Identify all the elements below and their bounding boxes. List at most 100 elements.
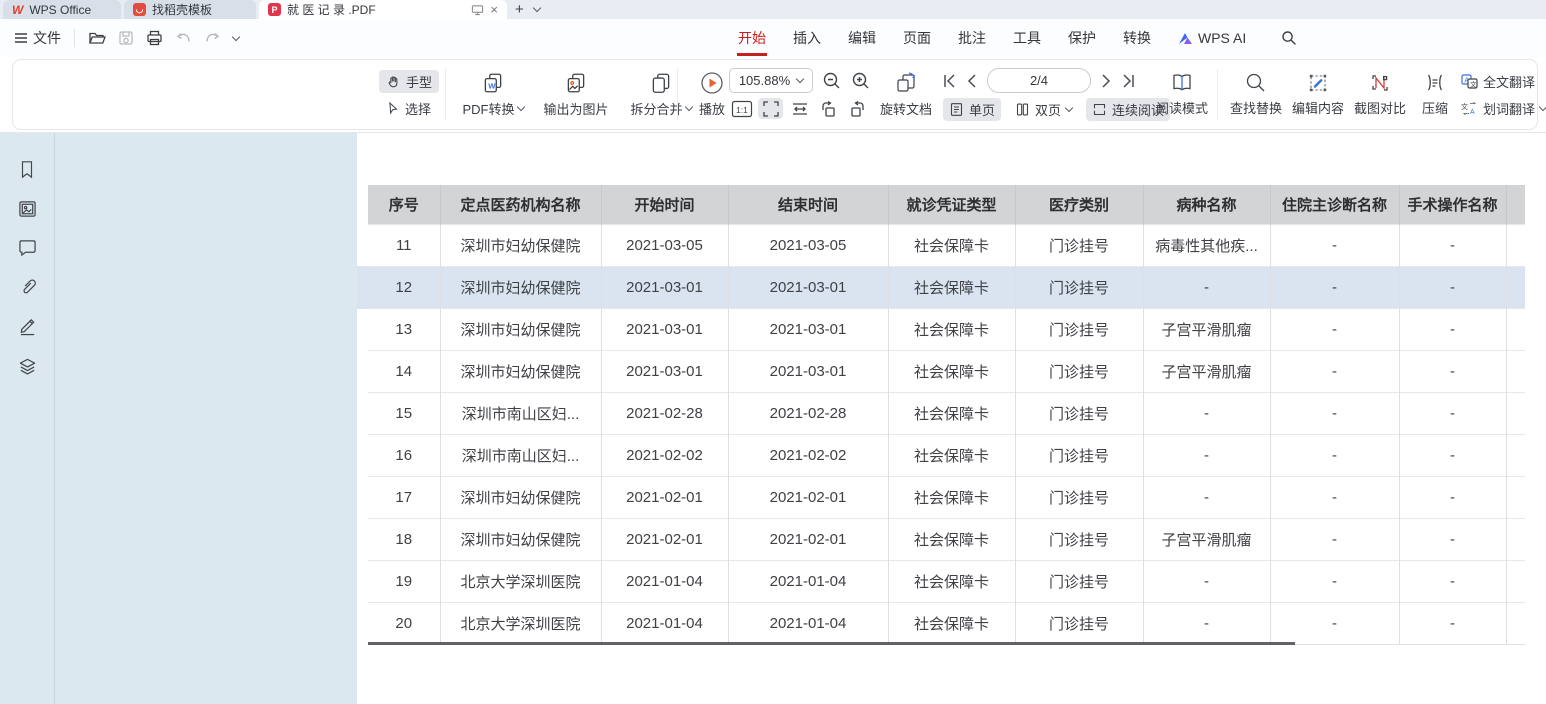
sidebar-item-bookmarks[interactable]	[18, 160, 36, 179]
menu-item-protect[interactable]: 保护	[1068, 19, 1096, 57]
screenshot-compare-button[interactable]: 截图对比	[1349, 60, 1411, 129]
table-cell: 门诊挂号	[1015, 392, 1143, 434]
qat-chevron-icon[interactable]	[232, 32, 240, 40]
table-row[interactable]: 15深圳市南山区妇...2021-02-282021-02-28社会保障卡门诊挂…	[368, 392, 1525, 434]
menu-item-convert[interactable]: 转换	[1123, 19, 1151, 57]
hand-tool-button[interactable]: 手型	[379, 70, 439, 93]
sidebar-item-layers[interactable]	[18, 357, 37, 376]
table-cell-partial	[1506, 308, 1525, 350]
single-page-button[interactable]: 单页	[943, 98, 1001, 121]
save-icon[interactable]	[118, 30, 134, 46]
rotate-document-button[interactable]: 旋转文档	[875, 60, 937, 129]
edit-content-icon	[1307, 72, 1329, 94]
compress-button[interactable]: 压缩	[1411, 60, 1459, 129]
rotate-document-label: 旋转文档	[880, 99, 932, 118]
pdf-convert-button[interactable]: W PDF转换	[453, 60, 533, 129]
pdf-convert-icon: W	[481, 71, 505, 95]
table-cell: -	[1270, 224, 1399, 266]
table-cell: 2021-03-05	[728, 224, 888, 266]
table-cell: -	[1399, 518, 1506, 560]
table-row[interactable]: 18深圳市妇幼保健院2021-02-012021-02-01社会保障卡门诊挂号子…	[368, 518, 1525, 560]
table-cell: 子宫平滑肌瘤	[1143, 308, 1270, 350]
menu-search-icon[interactable]	[1281, 30, 1297, 46]
table-cell: -	[1270, 392, 1399, 434]
wps-ai-label: WPS AI	[1198, 30, 1246, 46]
monitor-icon[interactable]	[471, 4, 484, 16]
menu-item-comment[interactable]: 批注	[958, 19, 986, 57]
table-cell: 社会保障卡	[888, 266, 1015, 308]
undo-icon[interactable]	[175, 31, 192, 45]
table-header-cell: 就诊凭证类型	[888, 185, 1015, 224]
table-row[interactable]: 19北京大学深圳医院2021-01-042021-01-04社会保障卡门诊挂号-…	[368, 560, 1525, 602]
last-page-icon[interactable]	[1122, 74, 1135, 88]
actual-size-button[interactable]: 1:1	[729, 98, 754, 119]
table-cell: 病毒性其他疾...	[1143, 224, 1270, 266]
table-cell: -	[1270, 518, 1399, 560]
table-cell: 2021-03-01	[601, 308, 728, 350]
edit-content-button[interactable]: 编辑内容	[1287, 60, 1349, 129]
file-menu-button[interactable]: 文件	[14, 28, 61, 48]
table-row[interactable]: 14深圳市妇幼保健院2021-03-012021-03-01社会保障卡门诊挂号子…	[368, 350, 1525, 392]
find-replace-button[interactable]: 查找替换	[1225, 60, 1287, 129]
fit-width-button[interactable]	[787, 98, 812, 119]
sidebar-item-thumbnails[interactable]	[18, 200, 37, 218]
full-translate-label: 全文翻译	[1483, 72, 1535, 91]
tab-docer-templates[interactable]: ◡ 找稻壳模板	[124, 0, 256, 19]
read-mode-button[interactable]: 阅读模式	[1149, 60, 1215, 129]
export-image-button[interactable]: 输出为图片	[533, 60, 619, 129]
table-cell-partial	[1506, 350, 1525, 392]
wps-ai-button[interactable]: WPS AI	[1178, 30, 1246, 46]
open-folder-icon[interactable]	[88, 30, 106, 46]
tab-list-chevron-icon[interactable]	[533, 4, 541, 12]
menu-item-tools[interactable]: 工具	[1013, 19, 1041, 57]
select-tool-button[interactable]: 选择	[379, 97, 439, 120]
table-row[interactable]: 11深圳市妇幼保健院2021-03-052021-03-05社会保障卡门诊挂号病…	[368, 224, 1525, 266]
zoom-level-dropdown[interactable]: 105.88%	[729, 68, 813, 93]
table-cell: -	[1143, 560, 1270, 602]
table-cell: -	[1399, 602, 1506, 644]
table-cell: -	[1270, 602, 1399, 644]
word-translate-label: 划词翻译	[1483, 99, 1535, 118]
full-translate-button[interactable]: A文 全文翻译	[1461, 72, 1546, 91]
zoom-in-icon[interactable]	[851, 71, 871, 91]
sidebar-item-comments[interactable]	[18, 239, 37, 256]
double-page-button[interactable]: 双页	[1009, 98, 1078, 121]
table-cell: 2021-02-01	[728, 476, 888, 518]
menu-item-insert[interactable]: 插入	[793, 19, 821, 57]
tab-pdf-document[interactable]: P 就 医 记 录 .PDF ×	[259, 0, 507, 19]
select-tool-label: 选择	[405, 99, 431, 118]
table-row[interactable]: 13深圳市妇幼保健院2021-03-012021-03-01社会保障卡门诊挂号子…	[368, 308, 1525, 350]
table-cell: 15	[368, 392, 440, 434]
tab-label: 找稻壳模板	[152, 1, 212, 18]
play-label: 播放	[699, 99, 725, 118]
rotate-left-button[interactable]	[816, 98, 841, 119]
svg-text:A: A	[1470, 109, 1475, 116]
page-indicator-value: 2/4	[1030, 73, 1048, 88]
menu-item-edit[interactable]: 编辑	[848, 19, 876, 57]
print-icon[interactable]	[146, 30, 163, 46]
tab-wps-home[interactable]: W WPS Office	[3, 0, 121, 19]
svg-text:1:1: 1:1	[736, 105, 748, 115]
table-row[interactable]: 20北京大学深圳医院2021-01-042021-01-04社会保障卡门诊挂号-…	[368, 602, 1525, 644]
close-icon[interactable]: ×	[490, 2, 498, 17]
redo-icon[interactable]	[204, 31, 221, 45]
table-row[interactable]: 16深圳市南山区妇...2021-02-022021-02-02社会保障卡门诊挂…	[368, 434, 1525, 476]
table-cell: -	[1399, 224, 1506, 266]
menu-item-page[interactable]: 页面	[903, 19, 931, 57]
table-cell: 17	[368, 476, 440, 518]
sidebar-item-signature[interactable]	[18, 317, 37, 336]
first-page-icon[interactable]	[943, 74, 956, 88]
previous-page-icon[interactable]	[967, 74, 976, 88]
page-indicator-input[interactable]: 2/4	[987, 68, 1091, 93]
word-translate-button[interactable]: 文A 划词翻译	[1461, 99, 1546, 118]
sidebar-item-attachments[interactable]	[18, 277, 37, 296]
fit-page-button[interactable]	[758, 98, 783, 119]
menu-item-home[interactable]: 开始	[738, 19, 766, 57]
zoom-out-icon[interactable]	[822, 71, 842, 91]
table-row[interactable]: 12深圳市妇幼保健院2021-03-012021-03-01社会保障卡门诊挂号-…	[368, 266, 1525, 308]
new-tab-button[interactable]: +	[515, 2, 524, 17]
rotate-right-button[interactable]	[845, 98, 870, 119]
table-row[interactable]: 17深圳市妇幼保健院2021-02-012021-02-01社会保障卡门诊挂号-…	[368, 476, 1525, 518]
tab-label: 就 医 记 录 .PDF	[287, 1, 376, 18]
next-page-icon[interactable]	[1102, 74, 1111, 88]
